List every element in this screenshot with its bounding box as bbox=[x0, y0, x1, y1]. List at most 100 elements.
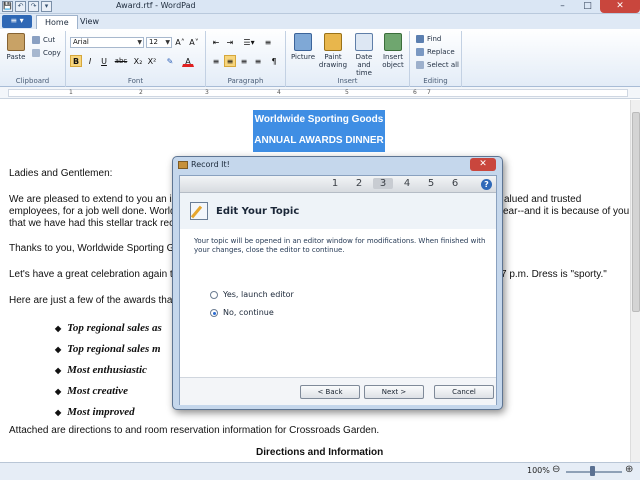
line-spacing-icon[interactable]: ≡ bbox=[262, 36, 274, 48]
save-icon[interactable]: 💾 bbox=[2, 1, 13, 12]
insert-group: Picture Paint drawing Date and time Inse… bbox=[286, 31, 410, 87]
highlight-button[interactable]: ✎ bbox=[164, 55, 176, 67]
grow-font-button[interactable]: A˄ bbox=[174, 36, 186, 48]
time-label: time bbox=[356, 69, 372, 77]
increase-indent-icon[interactable]: ⇥ bbox=[224, 36, 236, 48]
redo-icon[interactable]: ↷ bbox=[28, 1, 39, 12]
document-paragraph-line: that we have had this stellar track reco bbox=[9, 218, 180, 229]
ruler-mark: 6 bbox=[413, 89, 417, 96]
find-label: Find bbox=[427, 35, 442, 43]
scrollbar-thumb[interactable] bbox=[632, 112, 640, 312]
replace-icon bbox=[416, 48, 424, 56]
underline-button[interactable]: U bbox=[98, 55, 110, 67]
option-continue[interactable]: No, continue bbox=[210, 308, 274, 317]
zoom-out-icon[interactable]: ⊖ bbox=[552, 464, 560, 475]
paint-drawing-button[interactable]: Paint drawing bbox=[317, 33, 349, 69]
paragraph-settings-icon[interactable]: ¶ bbox=[268, 55, 280, 67]
clipboard-group: Paste Cut Copy Clipboard bbox=[0, 31, 66, 87]
cut-button[interactable]: Cut bbox=[32, 35, 55, 45]
document-paragraph-line: We are pleased to extend to you an i bbox=[9, 194, 172, 205]
shrink-font-button[interactable]: A˅ bbox=[188, 36, 200, 48]
decrease-indent-icon[interactable]: ⇤ bbox=[210, 36, 222, 48]
next-button[interactable]: Next > bbox=[364, 385, 424, 399]
replace-button[interactable]: Replace bbox=[416, 47, 455, 57]
dialog-description: Your topic will be opened in an editor w… bbox=[194, 237, 486, 254]
font-group: Arial ▼ 12 ▼ A˄ A˅ B I U abc X₂ X² ✎ A Fon… bbox=[66, 31, 206, 87]
paragraph-group: ⇤ ⇥ ☰▾ ≡ ≡ ≡ ≡ ≡ ¶ Paragraph bbox=[206, 31, 286, 87]
app-menu-button[interactable]: ≡ ▾ bbox=[2, 15, 32, 28]
font-color-button[interactable]: A bbox=[182, 55, 194, 67]
radio-button-selected[interactable] bbox=[210, 308, 218, 317]
app-icon bbox=[178, 161, 188, 169]
document-paragraph: Here are just a few of the awards that bbox=[9, 295, 176, 306]
insert-object-button[interactable]: Insert object bbox=[379, 33, 407, 69]
zoom-level: 100% bbox=[527, 466, 550, 475]
document-paragraph: Thanks to you, Worldwide Sporting Go bbox=[9, 243, 181, 254]
superscript-button[interactable]: X² bbox=[146, 55, 158, 67]
calendar-icon bbox=[355, 33, 373, 51]
vertical-scrollbar[interactable] bbox=[630, 100, 640, 462]
option-label: No, continue bbox=[223, 308, 274, 317]
document-paragraph: 7 p.m. Dress is "sporty." bbox=[501, 269, 607, 280]
help-icon[interactable]: ? bbox=[481, 179, 492, 190]
font-size-select[interactable]: 12 ▼ bbox=[146, 37, 172, 48]
minimize-button[interactable]: – bbox=[550, 0, 575, 13]
select-all-button[interactable]: Select all bbox=[416, 60, 459, 70]
dialog-heading: Edit Your Topic bbox=[216, 206, 300, 217]
document-paragraph-line: alued and trusted bbox=[504, 194, 582, 205]
option-launch-editor[interactable]: Yes, launch editor bbox=[210, 290, 294, 299]
font-size-value: 12 bbox=[149, 38, 158, 46]
close-button[interactable]: ✕ bbox=[600, 0, 640, 13]
radio-button[interactable] bbox=[210, 290, 218, 299]
font-family-select[interactable]: Arial ▼ bbox=[70, 37, 144, 48]
undo-icon[interactable]: ↶ bbox=[15, 1, 26, 12]
object-icon bbox=[384, 33, 402, 51]
align-center-icon[interactable]: ≡ bbox=[224, 55, 236, 67]
zoom-in-icon[interactable]: ⊕ bbox=[625, 464, 633, 475]
align-right-icon[interactable]: ≡ bbox=[238, 55, 250, 67]
ruler-track[interactable]: 1 2 3 4 5 6 7 bbox=[8, 89, 628, 97]
subscript-button[interactable]: X₂ bbox=[132, 55, 144, 67]
tab-view[interactable]: View bbox=[72, 15, 107, 29]
find-button[interactable]: Find bbox=[416, 34, 441, 44]
strikethrough-button[interactable]: abc bbox=[112, 55, 130, 67]
justify-icon[interactable]: ≡ bbox=[252, 55, 264, 67]
list-item: Top regional sales m bbox=[55, 343, 160, 355]
ruler: 1 2 3 4 5 6 7 bbox=[0, 87, 640, 99]
status-bar: 100% ⊖ ⊕ bbox=[0, 462, 640, 480]
customize-qat-icon[interactable]: ▾ bbox=[41, 1, 52, 12]
ribbon-tab-bar: ≡ ▾ Home View bbox=[0, 14, 640, 29]
ruler-mark: 2 bbox=[139, 89, 143, 96]
zoom-slider-handle[interactable] bbox=[590, 466, 595, 476]
step-indicator: 6 bbox=[451, 178, 459, 189]
wizard-steps: 1 2 3 4 5 6 ? bbox=[180, 176, 496, 193]
dialog-title-bar: Record It! ✕ bbox=[173, 157, 502, 173]
date-and-label: Date and bbox=[355, 53, 373, 69]
list-item: Most enthusiastic bbox=[55, 364, 147, 376]
picture-label: Picture bbox=[290, 53, 316, 61]
step-indicator: 5 bbox=[427, 178, 435, 189]
copy-button[interactable]: Copy bbox=[32, 48, 61, 58]
picture-button[interactable]: Picture bbox=[289, 33, 317, 61]
dialog-body: 1 2 3 4 5 6 ? Edit Your Topic Your topic… bbox=[179, 175, 497, 405]
clipboard-group-label: Clipboard bbox=[15, 77, 50, 85]
italic-button[interactable]: I bbox=[84, 55, 96, 67]
cancel-button[interactable]: Cancel bbox=[434, 385, 494, 399]
bold-button[interactable]: B bbox=[70, 55, 82, 67]
date-time-button[interactable]: Date and time bbox=[348, 33, 380, 77]
maximize-button[interactable]: □ bbox=[575, 0, 600, 13]
dialog-close-button[interactable]: ✕ bbox=[470, 158, 496, 171]
dialog-title: Record It! bbox=[191, 160, 230, 169]
bullet-list-icon[interactable]: ☰▾ bbox=[240, 36, 258, 48]
edit-pencil-icon bbox=[190, 202, 208, 220]
list-item: Most creative bbox=[55, 385, 128, 397]
option-label: Yes, launch editor bbox=[223, 290, 294, 299]
paragraph-group-label: Paragraph bbox=[227, 77, 264, 85]
align-left-icon[interactable]: ≡ bbox=[210, 55, 222, 67]
paste-button[interactable]: Paste bbox=[4, 33, 28, 61]
list-item: Most improved bbox=[55, 406, 135, 418]
dialog-footer: < Back Next > Cancel bbox=[180, 377, 496, 405]
quick-access-toolbar: 💾 ↶ ↷ ▾ bbox=[2, 1, 52, 12]
back-button[interactable]: < Back bbox=[300, 385, 360, 399]
select-all-icon bbox=[416, 61, 424, 69]
